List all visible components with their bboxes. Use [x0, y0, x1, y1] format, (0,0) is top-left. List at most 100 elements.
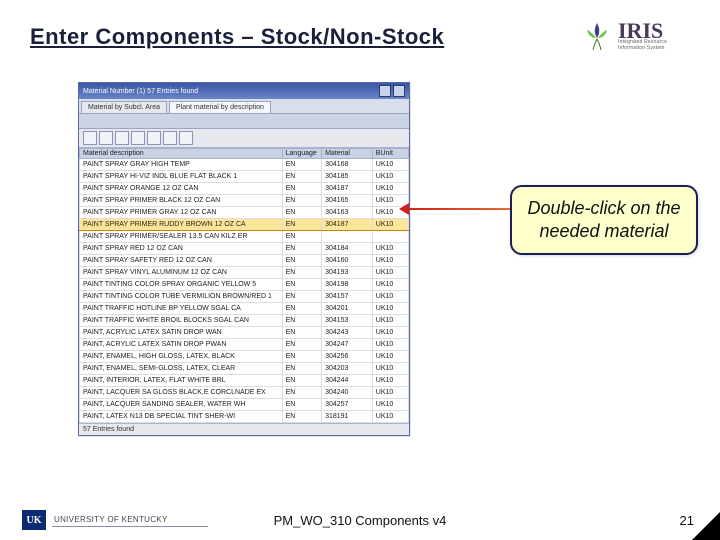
- table-cell: 304153: [322, 315, 373, 327]
- tab-plant-material-by-description[interactable]: Plant material by description: [169, 101, 271, 113]
- table-row[interactable]: PAINT, LATEX N13 DB SPECIAL TINT SHER-WI…: [80, 411, 409, 423]
- table-cell: PAINT, LACQUER SANDING SEALER, WATER WH: [80, 399, 283, 411]
- table-cell: EN: [282, 231, 321, 243]
- window-titlebar: Material Number (1) 57 Entries found: [79, 83, 409, 99]
- instruction-callout: Double-click on the needed material: [510, 185, 698, 255]
- table-cell: 304243: [322, 327, 373, 339]
- table-cell: EN: [282, 195, 321, 207]
- table-row[interactable]: PAINT TINTING COLOR SPRAY ORGANIC YELLOW…: [80, 279, 409, 291]
- toolbar-button[interactable]: [83, 131, 97, 145]
- table-cell: 304203: [322, 363, 373, 375]
- table-cell: PAINT, ACRYLIC LATEX SATIN DROP WAN: [80, 327, 283, 339]
- table-cell: UK10: [372, 303, 408, 315]
- table-cell: EN: [282, 219, 321, 231]
- table-row[interactable]: PAINT SPRAY PRIMER RUDDY BROWN 12 OZ CAE…: [80, 219, 409, 231]
- table-row[interactable]: PAINT TRAFFIC WHITE BROIL BLOCKS SGAL CA…: [80, 315, 409, 327]
- window-control-icon[interactable]: [393, 85, 405, 97]
- table-cell: UK10: [372, 387, 408, 399]
- table-row[interactable]: PAINT TRAFFIC HOTLINE BP YELLOW SGAL CAE…: [80, 303, 409, 315]
- table-cell: PAINT TINTING COLOR TUBE VERMILION BROWN…: [80, 291, 283, 303]
- table-cell: UK10: [372, 183, 408, 195]
- table-row[interactable]: PAINT, ENAMEL, HIGH GLOSS, LATEX, BLACKE…: [80, 351, 409, 363]
- table-row[interactable]: PAINT, INTERIOR, LATEX, FLAT WHITE BRLEN…: [80, 375, 409, 387]
- col-header-description[interactable]: Material description: [80, 149, 283, 159]
- table-cell: 304193: [322, 267, 373, 279]
- table-row[interactable]: PAINT, ACRYLIC LATEX SATIN DROP PWANEN30…: [80, 339, 409, 351]
- table-row[interactable]: PAINT, ACRYLIC LATEX SATIN DROP WANEN304…: [80, 327, 409, 339]
- table-cell: EN: [282, 375, 321, 387]
- col-header-language[interactable]: Language: [282, 149, 321, 159]
- table-cell: 304163: [322, 207, 373, 219]
- footer-center-text: PM_WO_310 Components v4: [0, 513, 720, 528]
- table-row[interactable]: PAINT SPRAY PRIMER/SEALER 13.5 CAN KILZ …: [80, 231, 409, 243]
- table-row[interactable]: PAINT, LACQUER SANDING SEALER, WATER WHE…: [80, 399, 409, 411]
- table-cell: PAINT, ENAMEL, HIGH GLOSS, LATEX, BLACK: [80, 351, 283, 363]
- table-cell: 304201: [322, 303, 373, 315]
- window-title-text: Material Number (1) 57 Entries found: [83, 88, 198, 95]
- table-cell: UK10: [372, 171, 408, 183]
- table-row[interactable]: PAINT SPRAY VINYL ALUMINUM 12 OZ CANEN30…: [80, 267, 409, 279]
- table-cell: EN: [282, 339, 321, 351]
- table-cell: EN: [282, 267, 321, 279]
- table-row[interactable]: PAINT SPRAY SAFETY RED 12 OZ CANEN304160…: [80, 255, 409, 267]
- table-row[interactable]: PAINT, ENAMEL, SEMI-GLOSS, LATEX, CLEARE…: [80, 363, 409, 375]
- table-cell: [372, 231, 408, 243]
- table-cell: EN: [282, 159, 321, 171]
- toolbar-button[interactable]: [179, 131, 193, 145]
- table-cell: UK10: [372, 375, 408, 387]
- table-cell: PAINT SPRAY ORANGE 12 OZ CAN: [80, 183, 283, 195]
- table-cell: PAINT SPRAY VINYL ALUMINUM 12 OZ CAN: [80, 267, 283, 279]
- toolbar-button[interactable]: [131, 131, 145, 145]
- col-header-material[interactable]: Material: [322, 149, 373, 159]
- table-cell: PAINT SPRAY SAFETY RED 12 OZ CAN: [80, 255, 283, 267]
- logo-brand-text: IRIS: [618, 23, 690, 39]
- toolbar-button[interactable]: [115, 131, 129, 145]
- table-cell: 304244: [322, 375, 373, 387]
- window-control-icon[interactable]: [379, 85, 391, 97]
- table-cell: UK10: [372, 219, 408, 231]
- status-bar: 57 Entries found: [79, 423, 409, 435]
- tab-strip: Material by Subcl. Area Plant material b…: [79, 99, 409, 113]
- tab-material-by-subcl[interactable]: Material by Subcl. Area: [81, 101, 167, 113]
- table-row[interactable]: PAINT SPRAY RED 12 OZ CANEN304184UK10: [80, 243, 409, 255]
- table-cell: UK10: [372, 279, 408, 291]
- table-cell: 304160: [322, 255, 373, 267]
- table-cell: PAINT, LACQUER SA GLOSS BLACK,E CORCLNAD…: [80, 387, 283, 399]
- table-row[interactable]: PAINT SPRAY ORANGE 12 OZ CANEN304187UK10: [80, 183, 409, 195]
- table-cell: EN: [282, 291, 321, 303]
- table-cell: UK10: [372, 339, 408, 351]
- table-cell: EN: [282, 363, 321, 375]
- table-row[interactable]: PAINT SPRAY PRIMER BLACK 12 OZ CANEN3041…: [80, 195, 409, 207]
- table-cell: 304165: [322, 195, 373, 207]
- toolbar-button[interactable]: [163, 131, 177, 145]
- col-header-bunit[interactable]: BUnit: [372, 149, 408, 159]
- table-cell: PAINT TRAFFIC HOTLINE BP YELLOW SGAL CA: [80, 303, 283, 315]
- table-cell: EN: [282, 351, 321, 363]
- table-cell: EN: [282, 315, 321, 327]
- table-row[interactable]: PAINT SPRAY GRAY HIGH TEMPEN304168UK10: [80, 159, 409, 171]
- table-cell: 304187: [322, 183, 373, 195]
- table-cell: EN: [282, 243, 321, 255]
- table-cell: EN: [282, 183, 321, 195]
- table-cell: 304157: [322, 291, 373, 303]
- table-cell: 304185: [322, 171, 373, 183]
- table-cell: PAINT SPRAY PRIMER BLACK 12 OZ CAN: [80, 195, 283, 207]
- table-row[interactable]: PAINT, LACQUER SA GLOSS BLACK,E CORCLNAD…: [80, 387, 409, 399]
- callout-arrow-head: [399, 203, 409, 215]
- table-cell: UK10: [372, 267, 408, 279]
- toolbar-button[interactable]: [147, 131, 161, 145]
- logo-sub-text: Integrated Resource Information System: [618, 39, 690, 51]
- toolbar-button[interactable]: [99, 131, 113, 145]
- table-cell: EN: [282, 207, 321, 219]
- table-cell: UK10: [372, 159, 408, 171]
- table-cell: 304247: [322, 339, 373, 351]
- page-title: Enter Components – Stock/Non-Stock: [30, 24, 444, 50]
- table-row[interactable]: PAINT SPRAY HI-VIZ INDL BLUE FLAT BLACK …: [80, 171, 409, 183]
- table-row[interactable]: PAINT SPRAY PRIMER GRAY 12 OZ CANEN30416…: [80, 207, 409, 219]
- table-cell: PAINT SPRAY PRIMER/SEALER 13.5 CAN KILZ …: [80, 231, 283, 243]
- table-cell: PAINT TINTING COLOR SPRAY ORGANIC YELLOW…: [80, 279, 283, 291]
- table-cell: PAINT, ACRYLIC LATEX SATIN DROP PWAN: [80, 339, 283, 351]
- table-cell: 304184: [322, 243, 373, 255]
- table-row[interactable]: PAINT TINTING COLOR TUBE VERMILION BROWN…: [80, 291, 409, 303]
- table-cell: 304240: [322, 387, 373, 399]
